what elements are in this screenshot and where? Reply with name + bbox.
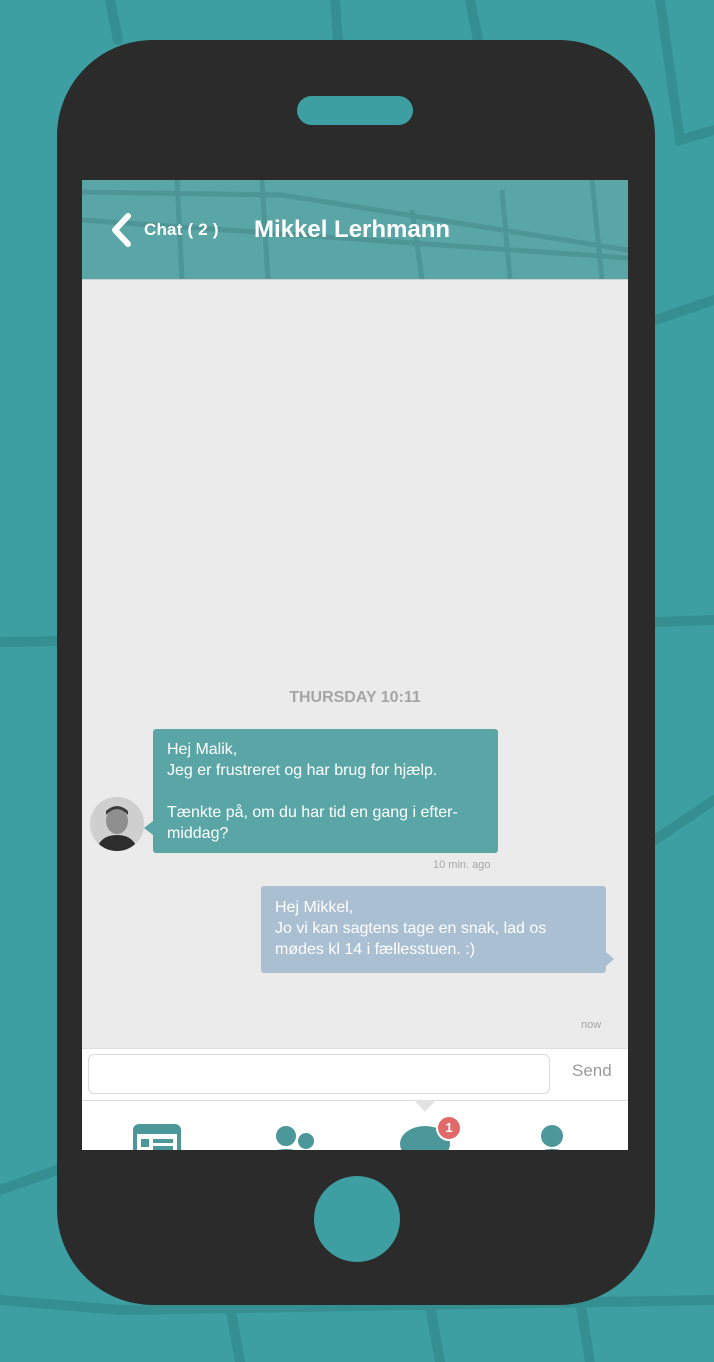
message-composer: Send: [82, 1048, 628, 1103]
phone-speaker: [297, 96, 413, 125]
back-button-label: Chat ( 2 ): [144, 220, 219, 239]
outgoing-message-time: now: [581, 1019, 602, 1031]
outgoing-message-bubble: Hej Mikkel, Jo vi kan sagtens tage en sn…: [261, 886, 614, 973]
group-icon: [271, 1124, 314, 1150]
send-button[interactable]: Send: [572, 1061, 612, 1081]
profile-icon: [541, 1125, 563, 1150]
chat-header: Chat ( 2 ) Mikkel Lerhmann: [82, 180, 628, 280]
phone-frame: Chat ( 2 ) Mikkel Lerhmann THURSDAY 10:1…: [57, 40, 655, 1305]
chevron-left-icon: [112, 213, 131, 247]
tab-groups[interactable]: [240, 1101, 340, 1150]
incoming-message-bubble: Hej Malik, Jeg er frustreret og har brug…: [144, 729, 498, 853]
message-line: Tænkte på, om du har tid en gang i efter…: [167, 804, 458, 821]
message-line: Hej Malik,: [167, 741, 238, 758]
incoming-message-time: 10 min. ago: [433, 859, 491, 871]
chat-contact-name: Mikkel Lerhmann: [254, 216, 451, 243]
message-line: Hej Mikkel,: [275, 899, 354, 916]
tab-news-feed[interactable]: [107, 1101, 207, 1150]
back-button[interactable]: Chat ( 2 ): [110, 212, 219, 248]
message-input[interactable]: [88, 1054, 550, 1094]
message-line: Jo vi kan sagtens tage en snak, lad os: [275, 920, 547, 937]
message-line: Jeg er frustreret og har brug for hjælp.: [167, 762, 438, 779]
avatar-photo: [90, 797, 144, 851]
unread-count-badge: 1: [436, 1115, 462, 1141]
message-line: middag?: [167, 825, 229, 842]
conversation-day-stamp: THURSDAY 10:11: [289, 689, 421, 706]
phone-home-button[interactable]: [314, 1176, 400, 1262]
news-feed-icon: [133, 1124, 181, 1150]
bottom-tab-bar: 1: [82, 1100, 628, 1150]
contact-avatar: [90, 797, 144, 851]
tab-profile[interactable]: [502, 1101, 602, 1150]
message-line: mødes kl 14 i fællesstuen. :): [275, 941, 476, 958]
chat-screen: Chat ( 2 ) Mikkel Lerhmann THURSDAY 10:1…: [82, 180, 628, 1150]
message-line: [167, 781, 484, 802]
